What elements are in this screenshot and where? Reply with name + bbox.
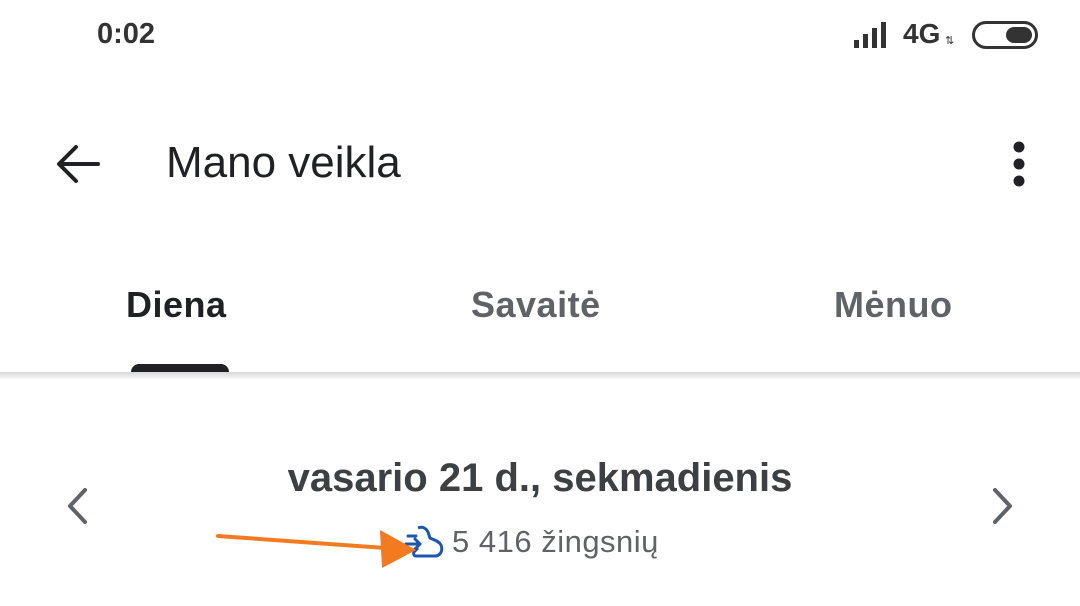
date-label: vasario 21 d., sekmadienis (287, 456, 793, 500)
tab-day[interactable]: Diena (126, 284, 227, 326)
tabs-divider (0, 372, 1080, 380)
page-title: Mano veikla (166, 138, 401, 187)
app-bar: Mano veikla (0, 90, 1080, 240)
period-tabs: Diena Savaitė Mėnuo (0, 270, 1080, 372)
more-options-button[interactable] (994, 134, 1044, 194)
annotation-arrow-icon (216, 530, 416, 568)
status-bar: 0:02 4G ⇅ (0, 0, 1080, 72)
back-button[interactable] (48, 136, 108, 192)
steps-count: 5 416 žingsnių (452, 524, 659, 559)
active-tab-indicator (131, 364, 229, 372)
battery-icon (972, 21, 1038, 49)
tab-month[interactable]: Mėnuo (834, 284, 952, 326)
network-type: 4G (903, 18, 941, 49)
date-navigator: vasario 21 d., sekmadienis 5 416 žingsni… (0, 430, 1080, 580)
back-arrow-icon (57, 145, 100, 183)
chevron-right-icon (993, 488, 1012, 524)
tab-week[interactable]: Savaitė (471, 284, 601, 326)
next-day-button[interactable] (978, 478, 1028, 534)
steps-summary: 5 416 žingsnių (404, 522, 659, 562)
network-activity-icon: ⇅ (945, 35, 955, 47)
more-vert-icon (1013, 141, 1025, 187)
signal-icon (854, 22, 886, 48)
status-time: 0:02 (97, 18, 156, 50)
